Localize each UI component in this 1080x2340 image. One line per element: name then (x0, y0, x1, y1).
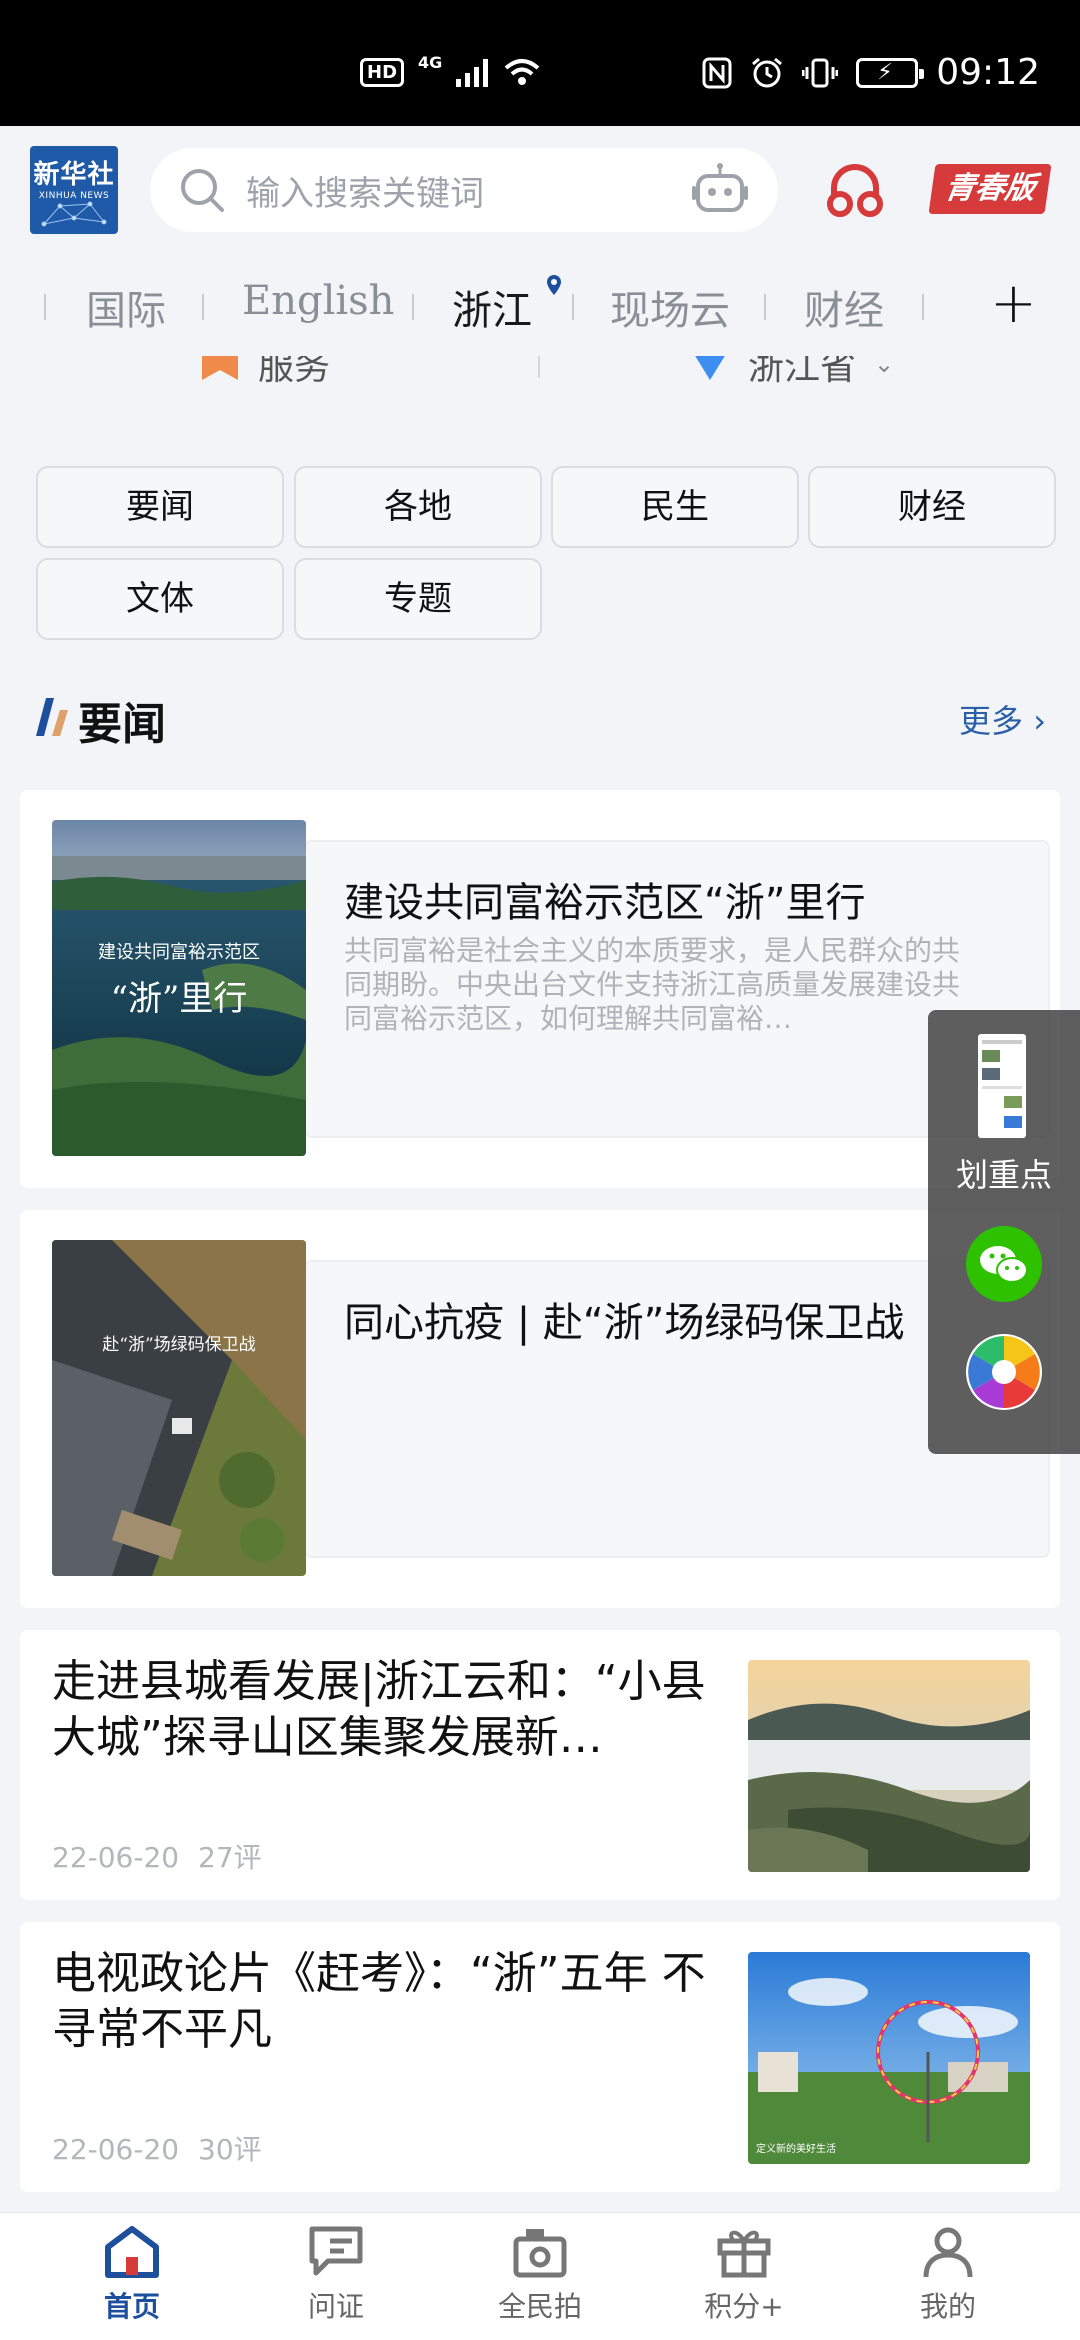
wifi-icon (504, 59, 540, 85)
news-item[interactable]: 电视政论片《赶考》：“浙”五年 不寻常不平凡 22-06-20 30评 定义新的… (20, 1922, 1060, 2192)
news-date: 22-06-20 (52, 1841, 180, 1874)
page-thumbnail[interactable] (978, 1034, 1026, 1138)
news-comments: 27评 (198, 1841, 262, 1874)
feature-image-caption: 建设共同富裕示范区 (98, 942, 260, 963)
service-entry[interactable]: 服务 (200, 356, 330, 390)
battery-icon: ⚡ (856, 57, 925, 88)
wechat-icon[interactable] (966, 1226, 1042, 1302)
xinhua-logo[interactable]: 新华社 XINHUA NEWS (30, 146, 118, 234)
tab-separator (764, 294, 766, 320)
nav-label: 积分+ (704, 2290, 784, 2323)
gift-icon (717, 2230, 771, 2278)
search-bar[interactable]: 输入搜索关键词 (150, 148, 778, 232)
service-label: 服务 (258, 356, 331, 388)
add-channel-button[interactable]: + (990, 276, 1037, 332)
clock: 09:12 (936, 52, 1040, 93)
feature-image: 赴“浙”场绿码保卫战 (52, 1240, 306, 1576)
tab-separator (922, 294, 924, 320)
section-title: 要闻 (78, 699, 166, 750)
region-label: 浙江省 (748, 356, 857, 388)
nav-label: 问证 (307, 2290, 364, 2323)
home-icon (105, 2226, 159, 2278)
feature-image-caption: “浙”里行 (111, 979, 248, 1019)
nav-citizen-photo[interactable]: 全民拍 (470, 2225, 610, 2325)
tab-english[interactable]: English (242, 278, 394, 324)
search-icon (181, 169, 224, 212)
status-right: ⚡ 09:12 (702, 52, 1040, 93)
feature-card[interactable]: 建设共同富裕示范区 “浙”里行 建设共同富裕示范区“浙”里行 共同富裕是社会主义… (20, 790, 1060, 1188)
status-bar: HD 4G ⚡ 09:12 (0, 0, 1080, 126)
more-link[interactable]: 更多 › (959, 696, 1046, 742)
feature-image: 建设共同富裕示范区 “浙”里行 (52, 820, 306, 1156)
channel-tabs: 国际 English 浙江 现场云 财经 + (0, 252, 1080, 356)
network-graphic-icon (41, 201, 107, 227)
nav-profile[interactable]: 我的 (878, 2225, 1018, 2325)
feature-title: 建设共同富裕示范区“浙”里行 (344, 880, 866, 926)
chip-topics[interactable]: 专题 (294, 558, 542, 640)
tab-finance[interactable]: 财经 (804, 278, 884, 336)
chip-regions[interactable]: 各地 (294, 466, 542, 548)
service-divider (538, 356, 540, 378)
tab-separator (44, 294, 46, 320)
status-left: HD 4G (360, 52, 542, 88)
nav-points[interactable]: 积分+ (674, 2225, 814, 2325)
network-type: 4G (418, 52, 443, 72)
nav-label: 我的 (919, 2290, 976, 2323)
youth-edition-button[interactable]: 青春版 (928, 164, 1052, 214)
feature-card[interactable]: 赴“浙”场绿码保卫战 同心抗疫 | 赴“浙”场绿码保卫战 (20, 1210, 1060, 1608)
news-meta: 22-06-20 27评 (52, 1836, 262, 1876)
robot-assistant-icon[interactable] (690, 162, 750, 218)
headphones-icon[interactable] (826, 162, 884, 218)
nav-home[interactable]: 首页 (62, 2225, 202, 2325)
tab-separator (572, 294, 574, 320)
news-meta: 22-06-20 30评 (52, 2128, 262, 2168)
user-icon (923, 2227, 973, 2278)
alarm-icon (752, 57, 783, 87)
tab-live-cloud[interactable]: 现场云 (610, 278, 730, 336)
hd-badge: HD (360, 57, 405, 87)
vibrate-icon (802, 58, 839, 87)
news-thumbnail-caption: 定义新的美好生活 (756, 2142, 836, 2155)
chip-headlines[interactable]: 要闻 (36, 466, 284, 548)
aperture-icon[interactable] (964, 1332, 1044, 1412)
floating-share-panel: 划重点 (928, 1010, 1080, 1454)
tab-zhejiang[interactable]: 浙江 (452, 278, 532, 336)
chip-livelihood[interactable]: 民生 (551, 466, 799, 548)
nav-label: 首页 (103, 2290, 160, 2323)
news-date: 22-06-20 (52, 2133, 180, 2166)
location-pin-icon (547, 275, 561, 295)
news-thumbnail (748, 1660, 1030, 1872)
nfc-icon (702, 57, 732, 88)
logo-text: 新华社 (33, 160, 115, 190)
region-selector[interactable]: 浙江省 ⌄ (690, 356, 894, 390)
chip-culture-sports[interactable]: 文体 (36, 558, 284, 640)
news-comments: 30评 (198, 2133, 262, 2166)
bookmark-icon (202, 356, 238, 380)
chevron-down-icon: ⌄ (874, 356, 895, 378)
location-icon (695, 356, 725, 380)
camera-icon (513, 2229, 567, 2278)
feature-image-caption: 赴“浙”场绿码保卫战 (102, 1335, 255, 1355)
news-item[interactable]: 走进县城看发展|浙江云和：“小县大城”探寻山区集聚发展新… 22-06-20 2… (20, 1630, 1060, 1900)
news-thumbnail: 定义新的美好生活 (748, 1952, 1030, 2164)
section-mark-icon (36, 698, 68, 736)
chip-finance[interactable]: 财经 (808, 466, 1056, 548)
service-row: 服务 浙江省 ⌄ (0, 356, 1080, 396)
news-title: 电视政论片《赶考》：“浙”五年 不寻常不平凡 (52, 1948, 706, 2055)
tab-international[interactable]: 国际 (86, 278, 166, 336)
feature-title: 同心抗疫 | 赴“浙”场绿码保卫战 (344, 1300, 905, 1346)
chat-board-icon (309, 2226, 363, 2276)
app-header: 新华社 XINHUA NEWS 输入搜索关键词 青春版 (0, 126, 1080, 252)
nav-label: 全民拍 (497, 2290, 582, 2323)
search-placeholder: 输入搜索关键词 (246, 173, 484, 214)
bottom-navigation: 首页 问证 全民拍 积分+ 我的 (0, 2212, 1080, 2340)
highlight-label[interactable]: 划重点 (928, 1150, 1080, 1196)
tab-separator (412, 294, 414, 320)
feature-description: 共同富裕是社会主义的本质要求，是人民群众的共同期盼。中央出台文件支持浙江高质量发… (344, 934, 961, 1035)
signal-icon (456, 57, 489, 87)
nav-inquiry[interactable]: 问证 (266, 2225, 406, 2325)
tab-separator (202, 294, 204, 320)
news-title: 走进县城看发展|浙江云和：“小县大城”探寻山区集聚发展新… (52, 1656, 706, 1763)
